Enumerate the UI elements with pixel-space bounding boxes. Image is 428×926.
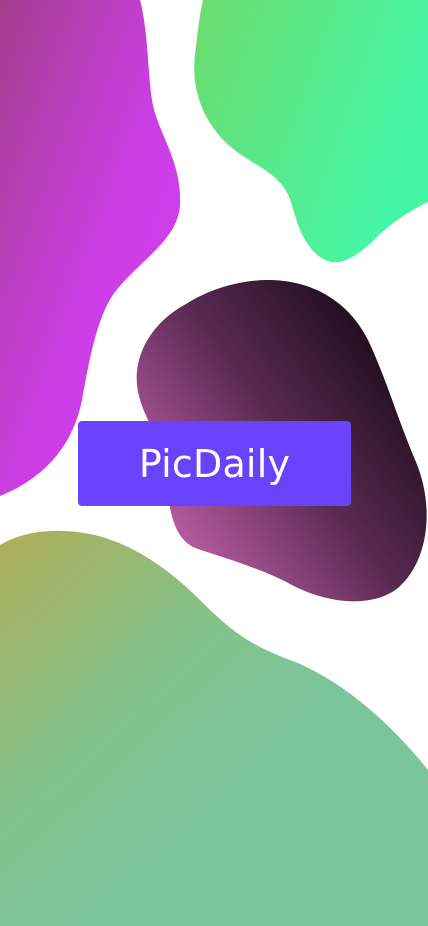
splash-screen: PicDaily — [0, 0, 428, 926]
green-blob — [194, 0, 428, 263]
brand-name: PicDaily — [138, 441, 291, 486]
brand-logo-badge: PicDaily — [78, 421, 351, 506]
